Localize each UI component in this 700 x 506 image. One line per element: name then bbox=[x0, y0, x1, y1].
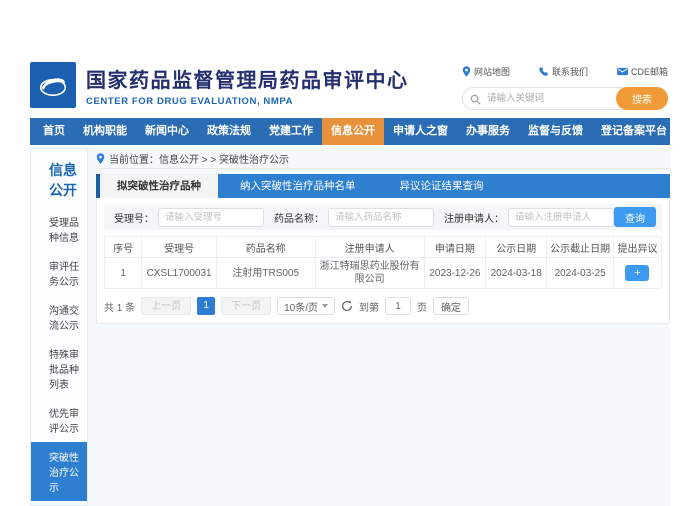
nav-item-services[interactable]: 办事服务 bbox=[457, 118, 519, 145]
search-icon bbox=[470, 92, 481, 110]
col-publish-date: 公示日期 bbox=[486, 237, 547, 258]
col-applicant: 注册申请人 bbox=[315, 237, 424, 258]
location-pin-icon bbox=[96, 153, 105, 164]
main-panel: 当前位置：信息公开 > > 突破性治疗公示 拟突破性治疗品种 纳入突破性治疗品种… bbox=[96, 148, 670, 324]
nav-item-supervision[interactable]: 监督与反馈 bbox=[519, 118, 592, 145]
sidebar-item-review-tasks[interactable]: 审评任务公示 bbox=[31, 251, 87, 295]
add-objection-button[interactable]: + bbox=[625, 265, 649, 281]
main-nav: 首页 机构职能 新闻中心 政策法规 党建工作 信息公开 申请人之窗 办事服务 监… bbox=[30, 118, 670, 145]
sitemap-label: 网站地图 bbox=[474, 65, 510, 78]
breadcrumb: 当前位置：信息公开 > > 突破性治疗公示 bbox=[96, 148, 670, 169]
drug-name-label: 药品名称： bbox=[274, 210, 324, 225]
nav-item-info-disclosure[interactable]: 信息公开 bbox=[322, 118, 384, 145]
filter-row: 受理号： 药品名称： 注册申请人： 查询 bbox=[104, 204, 662, 230]
sidebar-item-special-approval[interactable]: 特殊审批品种列表 bbox=[31, 339, 87, 398]
breadcrumb-text: 当前位置：信息公开 > > 突破性治疗公示 bbox=[109, 151, 289, 166]
search-bar: 搜索 bbox=[462, 87, 668, 110]
nav-item-functions[interactable]: 机构职能 bbox=[74, 118, 136, 145]
confirm-button[interactable]: 确定 bbox=[433, 297, 469, 315]
tab-bar: 拟突破性治疗品种 纳入突破性治疗品种名单 异议论证结果查询 bbox=[96, 174, 670, 198]
col-seq: 序号 bbox=[105, 237, 142, 258]
cell-drug-name: 注射用TRS005 bbox=[216, 258, 315, 289]
cell-applicant: 浙江特瑞思药业股份有限公司 bbox=[315, 258, 424, 289]
phone-icon bbox=[539, 67, 549, 77]
chevron-down-icon bbox=[322, 304, 328, 308]
nav-item-party[interactable]: 党建工作 bbox=[260, 118, 322, 145]
header-right: 网站地图 联系我们 CDE邮箱 搜索 bbox=[462, 65, 668, 110]
total-count: 共 1 条 bbox=[104, 299, 135, 314]
contact-label: 联系我们 bbox=[552, 65, 588, 78]
map-pin-icon bbox=[462, 66, 471, 77]
goto-page-input[interactable] bbox=[385, 297, 411, 315]
drug-name-input[interactable] bbox=[328, 208, 434, 227]
goto-prefix: 到第 bbox=[359, 299, 379, 314]
nav-item-applicant[interactable]: 申请人之窗 bbox=[384, 118, 457, 145]
sidebar-item-accepted-varieties[interactable]: 受理品种信息 bbox=[31, 207, 87, 251]
nav-item-home[interactable]: 首页 bbox=[34, 118, 74, 145]
applicant-input[interactable] bbox=[508, 208, 614, 227]
results-table: 序号 受理号 药品名称 注册申请人 申请日期 公示日期 公示截止日期 提出异议 bbox=[104, 236, 662, 289]
tab-proposed-breakthrough[interactable]: 拟突破性治疗品种 bbox=[100, 174, 218, 198]
col-apply-date: 申请日期 bbox=[424, 237, 485, 258]
search-button[interactable]: 搜索 bbox=[616, 87, 668, 110]
site-title: 国家药品监督管理局药品审评中心 bbox=[86, 64, 409, 93]
pagination: 共 1 条 上一页 1 下一页 10条/页 到第 页 确定 bbox=[104, 297, 662, 315]
cell-apply-date: 2023-12-26 bbox=[424, 258, 485, 289]
acceptance-no-label: 受理号： bbox=[114, 210, 154, 225]
query-button[interactable]: 查询 bbox=[614, 207, 656, 227]
col-publish-end-date: 公示截止日期 bbox=[547, 237, 614, 258]
table-header-row: 序号 受理号 药品名称 注册申请人 申请日期 公示日期 公示截止日期 提出异议 bbox=[105, 237, 662, 258]
cell-publish-date: 2024-03-18 bbox=[486, 258, 547, 289]
col-drug-name: 药品名称 bbox=[216, 237, 315, 258]
acceptance-no-input[interactable] bbox=[158, 208, 264, 227]
page-size-select[interactable]: 10条/页 bbox=[277, 297, 335, 315]
cell-publish-end-date: 2024-03-25 bbox=[547, 258, 614, 289]
sidebar-item-communication[interactable]: 沟通交流公示 bbox=[31, 295, 87, 339]
panel: 受理号： 药品名称： 注册申请人： 查询 序号 bbox=[96, 198, 670, 324]
cell-seq: 1 bbox=[105, 258, 142, 289]
brand-titles: 国家药品监督管理局药品审评中心 CENTER FOR DRUG EVALUATI… bbox=[86, 64, 409, 107]
mail-label: CDE邮箱 bbox=[631, 65, 668, 78]
nav-item-news[interactable]: 新闻中心 bbox=[136, 118, 198, 145]
quick-links: 网站地图 联系我们 CDE邮箱 bbox=[462, 65, 668, 78]
sidebar-item-priority-review[interactable]: 优先审评公示 bbox=[31, 398, 87, 442]
content-area: 信息公开 受理品种信息 审评任务公示 沟通交流公示 特殊审批品种列表 优先审评公… bbox=[30, 148, 670, 506]
sitemap-link[interactable]: 网站地图 bbox=[462, 65, 510, 78]
cde-logo-icon bbox=[30, 62, 76, 108]
goto-suffix: 页 bbox=[417, 299, 427, 314]
next-page-button[interactable]: 下一页 bbox=[221, 297, 271, 315]
col-acceptance-no: 受理号 bbox=[142, 237, 217, 258]
col-objection: 提出异议 bbox=[613, 237, 661, 258]
tab-objection-results[interactable]: 异议论证结果查询 bbox=[378, 174, 506, 198]
sidebar-title: 信息公开 bbox=[31, 149, 87, 207]
contact-link[interactable]: 联系我们 bbox=[539, 65, 588, 78]
site-header: 国家药品监督管理局药品审评中心 CENTER FOR DRUG EVALUATI… bbox=[30, 55, 670, 115]
tab-included-list[interactable]: 纳入突破性治疗品种名单 bbox=[218, 174, 378, 198]
cell-objection: + bbox=[613, 258, 661, 289]
cell-acceptance-no: CXSL1700031 bbox=[142, 258, 217, 289]
mail-icon bbox=[617, 67, 628, 76]
sidebar-item-breakthrough-therapy[interactable]: 突破性治疗公示 bbox=[31, 442, 87, 501]
page-size-label: 10条/页 bbox=[284, 299, 318, 314]
site-subtitle: CENTER FOR DRUG EVALUATION, NMPA bbox=[86, 96, 409, 107]
mail-link[interactable]: CDE邮箱 bbox=[617, 65, 668, 78]
refresh-icon[interactable] bbox=[341, 300, 353, 312]
applicant-label: 注册申请人： bbox=[444, 210, 504, 225]
table-row: 1 CXSL1700031 注射用TRS005 浙江特瑞思药业股份有限公司 20… bbox=[105, 258, 662, 289]
sidebar: 信息公开 受理品种信息 审评任务公示 沟通交流公示 特殊审批品种列表 优先审评公… bbox=[30, 148, 88, 506]
nav-item-registration[interactable]: 登记备案平台 bbox=[592, 118, 676, 145]
page-number-button[interactable]: 1 bbox=[197, 297, 215, 315]
prev-page-button[interactable]: 上一页 bbox=[141, 297, 191, 315]
nav-item-policy[interactable]: 政策法规 bbox=[198, 118, 260, 145]
site-container: 国家药品监督管理局药品审评中心 CENTER FOR DRUG EVALUATI… bbox=[30, 55, 670, 506]
